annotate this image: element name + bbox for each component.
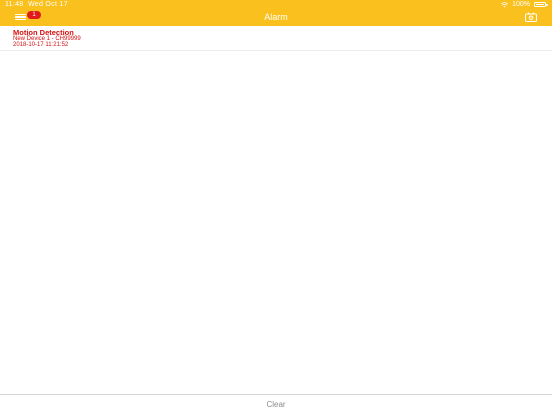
battery-percent: 100%: [512, 1, 530, 8]
wifi-icon: [501, 1, 509, 7]
alarm-list-item[interactable]: Motion Detection New Device 1 - CH99999 …: [0, 26, 552, 51]
status-right: 100%: [501, 0, 548, 9]
status-time: 11:48 Wed Oct 17: [5, 1, 68, 8]
status-bar: 11:48 Wed Oct 17 100%: [0, 0, 552, 9]
alarm-list: Motion Detection New Device 1 - CH99999 …: [0, 26, 552, 51]
battery-level: [536, 4, 544, 5]
nav-bar: 1 Alarm: [0, 9, 552, 26]
page-title: Alarm: [264, 12, 288, 22]
alarm-screen: 11:48 Wed Oct 17 100% 1 Alarm Motion Det…: [0, 0, 552, 414]
device-settings-icon: [525, 12, 537, 22]
battery-icon: [534, 2, 548, 7]
clear-button[interactable]: Clear: [0, 394, 552, 414]
settings-button[interactable]: [524, 12, 538, 24]
alarm-timestamp: 2018-10-17 11:21:52: [13, 42, 69, 48]
